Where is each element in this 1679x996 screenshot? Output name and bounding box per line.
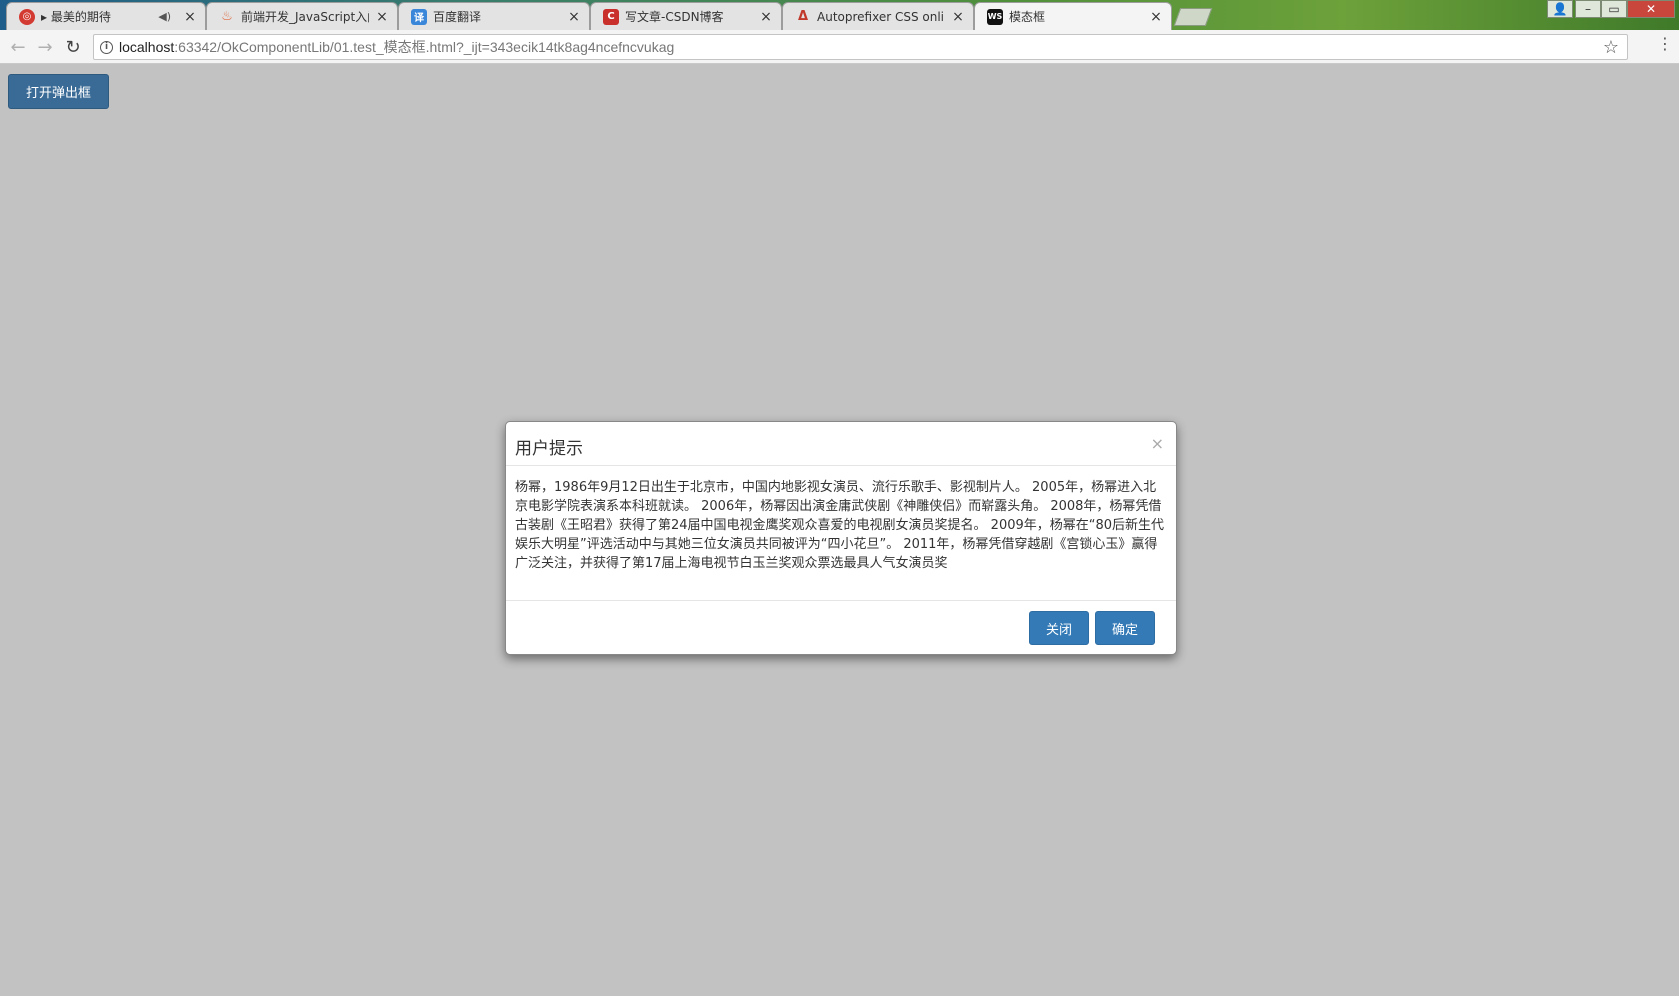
close-icon[interactable]: × xyxy=(183,9,197,25)
modal-close-icon[interactable]: × xyxy=(1151,434,1164,453)
tab-autoprefixer[interactable]: ᐃ Autoprefixer CSS online × xyxy=(782,2,974,30)
tab-baidu-translate[interactable]: 译 百度翻译 × xyxy=(398,2,590,30)
modal-dialog: 用户提示 × 杨幂，1986年9月12日出生于北京市，中国内地影视女演员、流行乐… xyxy=(505,421,1177,655)
url-host: localhost xyxy=(119,39,175,55)
url-text: localhost:63342/OkComponentLib/01.test_模… xyxy=(119,37,674,57)
modal-body-text: 杨幂，1986年9月12日出生于北京市，中国内地影视女演员、流行乐歌手、影视制片… xyxy=(515,480,1165,571)
minimize-button[interactable]: – xyxy=(1575,0,1601,18)
url-path: :63342/OkComponentLib/01.test_模态框.html?_… xyxy=(174,39,675,55)
tab-title: Autoprefixer CSS online xyxy=(817,9,945,24)
csdn-icon: C xyxy=(603,8,619,25)
tab-modal-active[interactable]: WS 模态框 × xyxy=(974,2,1172,30)
tab-title: ▸ 最美的期待 xyxy=(41,10,111,24)
tab-csdn[interactable]: C 写文章-CSDN博客 × xyxy=(590,2,782,30)
baidu-translate-icon: 译 xyxy=(411,8,427,25)
close-button[interactable]: 关闭 xyxy=(1029,611,1089,645)
bookmark-star-icon[interactable]: ☆ xyxy=(1603,37,1619,58)
modal-header: 用户提示 × xyxy=(506,422,1176,466)
tab-title: 模态框 xyxy=(1009,10,1046,24)
maximize-button[interactable]: ▭ xyxy=(1601,0,1627,18)
tab-title: 百度翻译 xyxy=(433,10,482,24)
flame-icon: ♨ xyxy=(221,9,233,24)
user-profile-icon[interactable]: 👤 xyxy=(1547,0,1573,18)
back-arrow-icon[interactable]: ← xyxy=(7,36,29,58)
close-icon[interactable]: × xyxy=(567,9,581,25)
tab-javascript[interactable]: ♨ 前端开发_JavaScript入门 × xyxy=(206,2,398,30)
browser-toolbar: ← → ↻ i localhost:63342/OkComponentLib/0… xyxy=(0,30,1679,64)
close-icon[interactable]: × xyxy=(759,9,773,25)
new-tab-button[interactable] xyxy=(1173,8,1213,26)
tab-title: 写文章-CSDN博客 xyxy=(625,10,724,24)
autoprefixer-icon: ᐃ xyxy=(797,9,809,24)
modal-footer: 关闭 确定 xyxy=(506,600,1176,655)
tab-title: 前端开发_JavaScript入门 xyxy=(241,10,369,24)
close-icon[interactable]: × xyxy=(375,9,389,25)
modal-title: 用户提示 xyxy=(515,439,583,459)
confirm-button[interactable]: 确定 xyxy=(1095,611,1155,645)
webstorm-icon: WS xyxy=(987,8,1003,25)
close-icon[interactable]: × xyxy=(1149,9,1163,25)
forward-arrow-icon[interactable]: → xyxy=(34,36,56,58)
address-bar[interactable]: i localhost:63342/OkComponentLib/01.test… xyxy=(93,34,1628,60)
browser-menu-icon[interactable]: ⋮ xyxy=(1657,36,1673,52)
site-info-icon[interactable]: i xyxy=(100,40,113,54)
speaker-muted-icon[interactable]: ◀) xyxy=(158,10,171,23)
tab-music[interactable]: ◎ ▸ 最美的期待 ◀) × xyxy=(6,2,206,30)
window-close-button[interactable]: ✕ xyxy=(1627,0,1675,18)
close-icon[interactable]: × xyxy=(951,9,965,25)
open-modal-button[interactable]: 打开弹出框 xyxy=(8,74,109,109)
netease-music-icon: ◎ xyxy=(19,8,35,25)
browser-tab-strip: ◎ ▸ 最美的期待 ◀) × ♨ 前端开发_JavaScript入门 × 译 百… xyxy=(0,0,1679,30)
reload-icon[interactable]: ↻ xyxy=(62,36,84,58)
